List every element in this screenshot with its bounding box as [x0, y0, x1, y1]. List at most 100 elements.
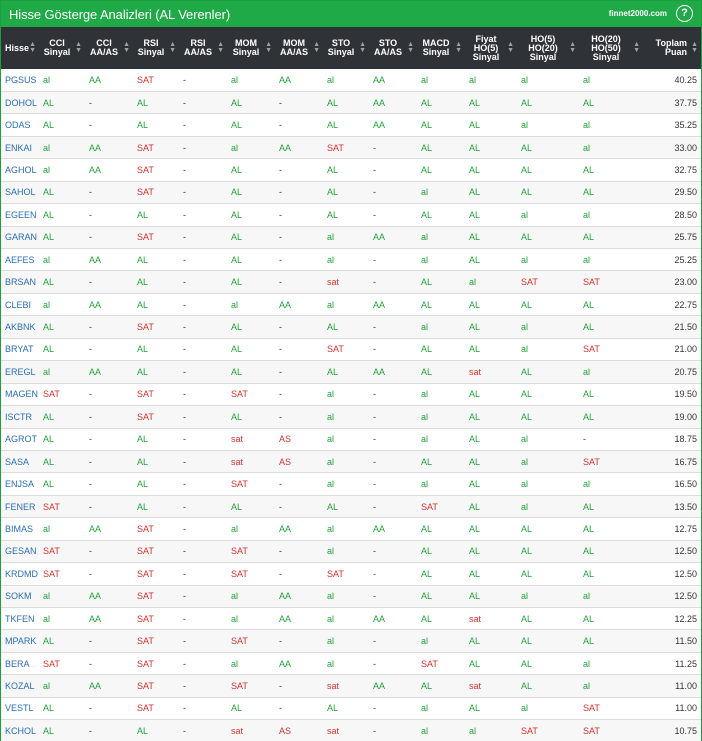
sort-icon[interactable]: ▲ ▼: [691, 41, 698, 54]
table-row[interactable]: PGSUS al AA SAT - al AA al AA al al al al 40.25: [1, 69, 701, 92]
stock-code-link[interactable]: EGEEN: [1, 203, 39, 227]
signal-cell-fiyat-ho5-sinyal: AL: [465, 697, 517, 721]
sort-icon[interactable]: ▲ ▼: [633, 41, 640, 54]
signal-cell-cci-aa-as: AA: [85, 136, 133, 160]
table-row[interactable]: BRYAT AL - AL - AL - SAT - AL AL al SAT 21.00: [1, 338, 701, 362]
table-row[interactable]: SASA AL - AL - sat AS al - AL AL al SAT 16.75: [1, 450, 701, 474]
sort-icon[interactable]: ▲ ▼: [569, 41, 576, 54]
signal-cell-ho20-ho50-sinyal: AL: [579, 293, 643, 317]
stock-code-link[interactable]: ODAS: [1, 113, 39, 137]
column-header-mom-aa-as[interactable]: MOM AA/AS ▲ ▼: [275, 27, 323, 69]
table-row[interactable]: BERA SAT - SAT - al AA al - SAT AL AL al 11.25: [1, 652, 701, 676]
table-row[interactable]: MPARK AL - SAT - SAT - al - al AL AL AL 11.50: [1, 629, 701, 653]
sort-icon[interactable]: ▲ ▼: [123, 41, 130, 54]
table-row[interactable]: GESAN SAT - SAT - SAT - al - AL AL AL AL 12.50: [1, 540, 701, 564]
table-row[interactable]: AGROT AL - AL - sat AS al - al AL al -18.75: [1, 428, 701, 451]
column-header-cci-sinyal[interactable]: CCI Sinyal ▲ ▼: [39, 27, 85, 69]
stock-code-link[interactable]: FENER: [1, 495, 39, 519]
signal-cell-cci-aa-as: -: [85, 428, 133, 451]
stock-code-link[interactable]: ENJSA: [1, 472, 39, 496]
table-row[interactable]: AEFES al AA AL - AL - al - al AL al al 25.25: [1, 248, 701, 272]
table-row[interactable]: ENKAI al AA SAT - al AA SAT - AL AL AL al 33.00: [1, 136, 701, 160]
table-row[interactable]: ODAS AL - AL - AL - AL AA AL AL al al 35.25: [1, 113, 701, 137]
stock-code-link[interactable]: MAGEN: [1, 383, 39, 407]
table-row[interactable]: KRDMD SAT - SAT - SAT - SAT - AL AL AL AL 12.50: [1, 562, 701, 586]
stock-code-link[interactable]: BERA: [1, 652, 39, 676]
column-header-line: Sinyal: [529, 51, 557, 62]
sort-icon[interactable]: ▲ ▼: [29, 41, 36, 54]
table-row[interactable]: DOHOL AL - AL - AL - AL AA AL AL AL AL 37.75: [1, 91, 701, 115]
stock-code-link[interactable]: KOZAL: [1, 674, 39, 698]
table-row[interactable]: BRSAN AL - AL - AL - sat - AL al SAT SAT 23.00: [1, 270, 701, 294]
table-row[interactable]: MAGEN SAT - SAT - SAT - al - al AL AL AL 19.50: [1, 383, 701, 407]
column-header-line: Sinyal: [137, 47, 165, 57]
column-header-toplam-puan[interactable]: Toplam Puan ▲ ▼: [643, 27, 701, 69]
sort-icon[interactable]: ▲ ▼: [455, 41, 462, 54]
stock-code-link[interactable]: CLEBI: [1, 293, 39, 317]
table-row[interactable]: CLEBI al AA AL - al AA al AA AL AL AL AL 22.75: [1, 293, 701, 317]
stock-code-link[interactable]: KCHOL: [1, 719, 39, 741]
table-row[interactable]: AKBNK AL - SAT - AL - AL - al AL al AL 21.50: [1, 315, 701, 339]
column-header-sto-aa-as[interactable]: STO AA/AS ▲ ▼: [369, 27, 417, 69]
column-header-macd-sinyal[interactable]: MACD Sinyal ▲ ▼: [417, 27, 465, 69]
help-icon[interactable]: ?: [676, 5, 693, 22]
signal-cell-macd-sinyal: al: [417, 629, 465, 653]
stock-code-link[interactable]: GARAN: [1, 226, 39, 250]
stock-code-link[interactable]: AEFES: [1, 248, 39, 272]
column-header-cci-aa-as[interactable]: CCI AA/AS ▲ ▼: [85, 27, 133, 69]
table-row[interactable]: AGHOL al AA SAT - AL - AL - AL AL AL AL 32.75: [1, 158, 701, 182]
stock-code-link[interactable]: DOHOL: [1, 91, 39, 115]
column-header-fiyat-ho5-sinyal[interactable]: Fiyat HO(5) Sinyal ▲ ▼: [465, 27, 517, 69]
table-row[interactable]: KCHOL AL - AL - sat AS sat - al al SAT SAT 10.75: [1, 719, 701, 741]
table-row[interactable]: EGEEN AL - AL - AL - AL - AL AL al al 28.50: [1, 203, 701, 227]
stock-code-link[interactable]: KRDMD: [1, 562, 39, 586]
stock-code-link[interactable]: SASA: [1, 450, 39, 474]
stock-code-link[interactable]: EREGL: [1, 360, 39, 384]
column-header-ho20-ho50-sinyal[interactable]: HO(20) HO(50) Sinyal ▲ ▼: [579, 27, 643, 69]
table-row[interactable]: VESTL AL - SAT - AL - AL - al AL al SAT 11.00: [1, 697, 701, 721]
stock-code-link[interactable]: BRSAN: [1, 270, 39, 294]
stock-code-link[interactable]: ISCTR: [1, 405, 39, 429]
sort-icon[interactable]: ▲ ▼: [169, 41, 176, 54]
stock-code-link[interactable]: MPARK: [1, 629, 39, 653]
column-header-ho5-ho20-sinyal[interactable]: HO(5) HO(20) Sinyal ▲ ▼: [517, 27, 579, 69]
table-row[interactable]: BIMAS al AA SAT - al AA al AA AL AL AL AL 12.75: [1, 517, 701, 541]
table-row[interactable]: SOKM al AA SAT - al AA al - AL AL al al 12.50: [1, 585, 701, 609]
stock-code-link[interactable]: BIMAS: [1, 517, 39, 541]
sort-icon[interactable]: ▲ ▼: [313, 41, 320, 54]
table-row[interactable]: FENER SAT - AL - AL - AL - SAT AL al AL 13.50: [1, 495, 701, 519]
table-row[interactable]: SAHOL AL - SAT - AL - AL - al AL AL AL 29.50: [1, 181, 701, 205]
table-row[interactable]: ISCTR AL - SAT - AL - al - al AL AL AL 19.00: [1, 405, 701, 429]
column-header-rsi-sinyal[interactable]: RSI Sinyal ▲ ▼: [133, 27, 179, 69]
signal-cell-sto-aa-as: -: [369, 428, 417, 451]
sort-icon[interactable]: ▲ ▼: [75, 41, 82, 54]
stock-code-link[interactable]: GESAN: [1, 540, 39, 564]
sort-icon[interactable]: ▲ ▼: [507, 41, 514, 54]
stock-code-link[interactable]: TKFEN: [1, 607, 39, 631]
table-row[interactable]: TKFEN al AA SAT - al AA al AA AL sat AL AL 12.25: [1, 607, 701, 631]
column-header-sto-sinyal[interactable]: STO Sinyal ▲ ▼: [323, 27, 369, 69]
column-header-rsi-aa-as[interactable]: RSI AA/AS ▲ ▼: [179, 27, 227, 69]
stock-code-link[interactable]: ENKAI: [1, 136, 39, 160]
stock-code-link[interactable]: PGSUS: [1, 69, 39, 92]
brand-label[interactable]: finnet2000.com: [609, 9, 667, 18]
stock-code-link[interactable]: SAHOL: [1, 181, 39, 205]
signal-cell-sto-aa-as: -: [369, 629, 417, 653]
stock-code-link[interactable]: AGHOL: [1, 158, 39, 182]
table-row[interactable]: GARAN AL - SAT - AL - al AA al AL AL AL 25.75: [1, 226, 701, 250]
table-row[interactable]: KOZAL al AA SAT - SAT - sat AA AL sat AL al 11.00: [1, 674, 701, 698]
column-header-hisse[interactable]: Hisse ▲ ▼: [1, 27, 39, 69]
signal-cell-macd-sinyal: AL: [417, 338, 465, 362]
stock-code-link[interactable]: SOKM: [1, 585, 39, 609]
table-row[interactable]: ENJSA AL - AL - SAT - al - al AL al al 16.50: [1, 472, 701, 496]
stock-code-link[interactable]: AGROT: [1, 428, 39, 451]
stock-code-link[interactable]: AKBNK: [1, 315, 39, 339]
table-row[interactable]: EREGL al AA AL - AL - AL AA AL sat AL al 20.75: [1, 360, 701, 384]
stock-code-link[interactable]: VESTL: [1, 697, 39, 721]
sort-icon[interactable]: ▲ ▼: [265, 41, 272, 54]
sort-icon[interactable]: ▲ ▼: [407, 41, 414, 54]
column-header-mom-sinyal[interactable]: MOM Sinyal ▲ ▼: [227, 27, 275, 69]
sort-icon[interactable]: ▲ ▼: [359, 41, 366, 54]
sort-icon[interactable]: ▲ ▼: [217, 41, 224, 54]
stock-code-link[interactable]: BRYAT: [1, 338, 39, 362]
